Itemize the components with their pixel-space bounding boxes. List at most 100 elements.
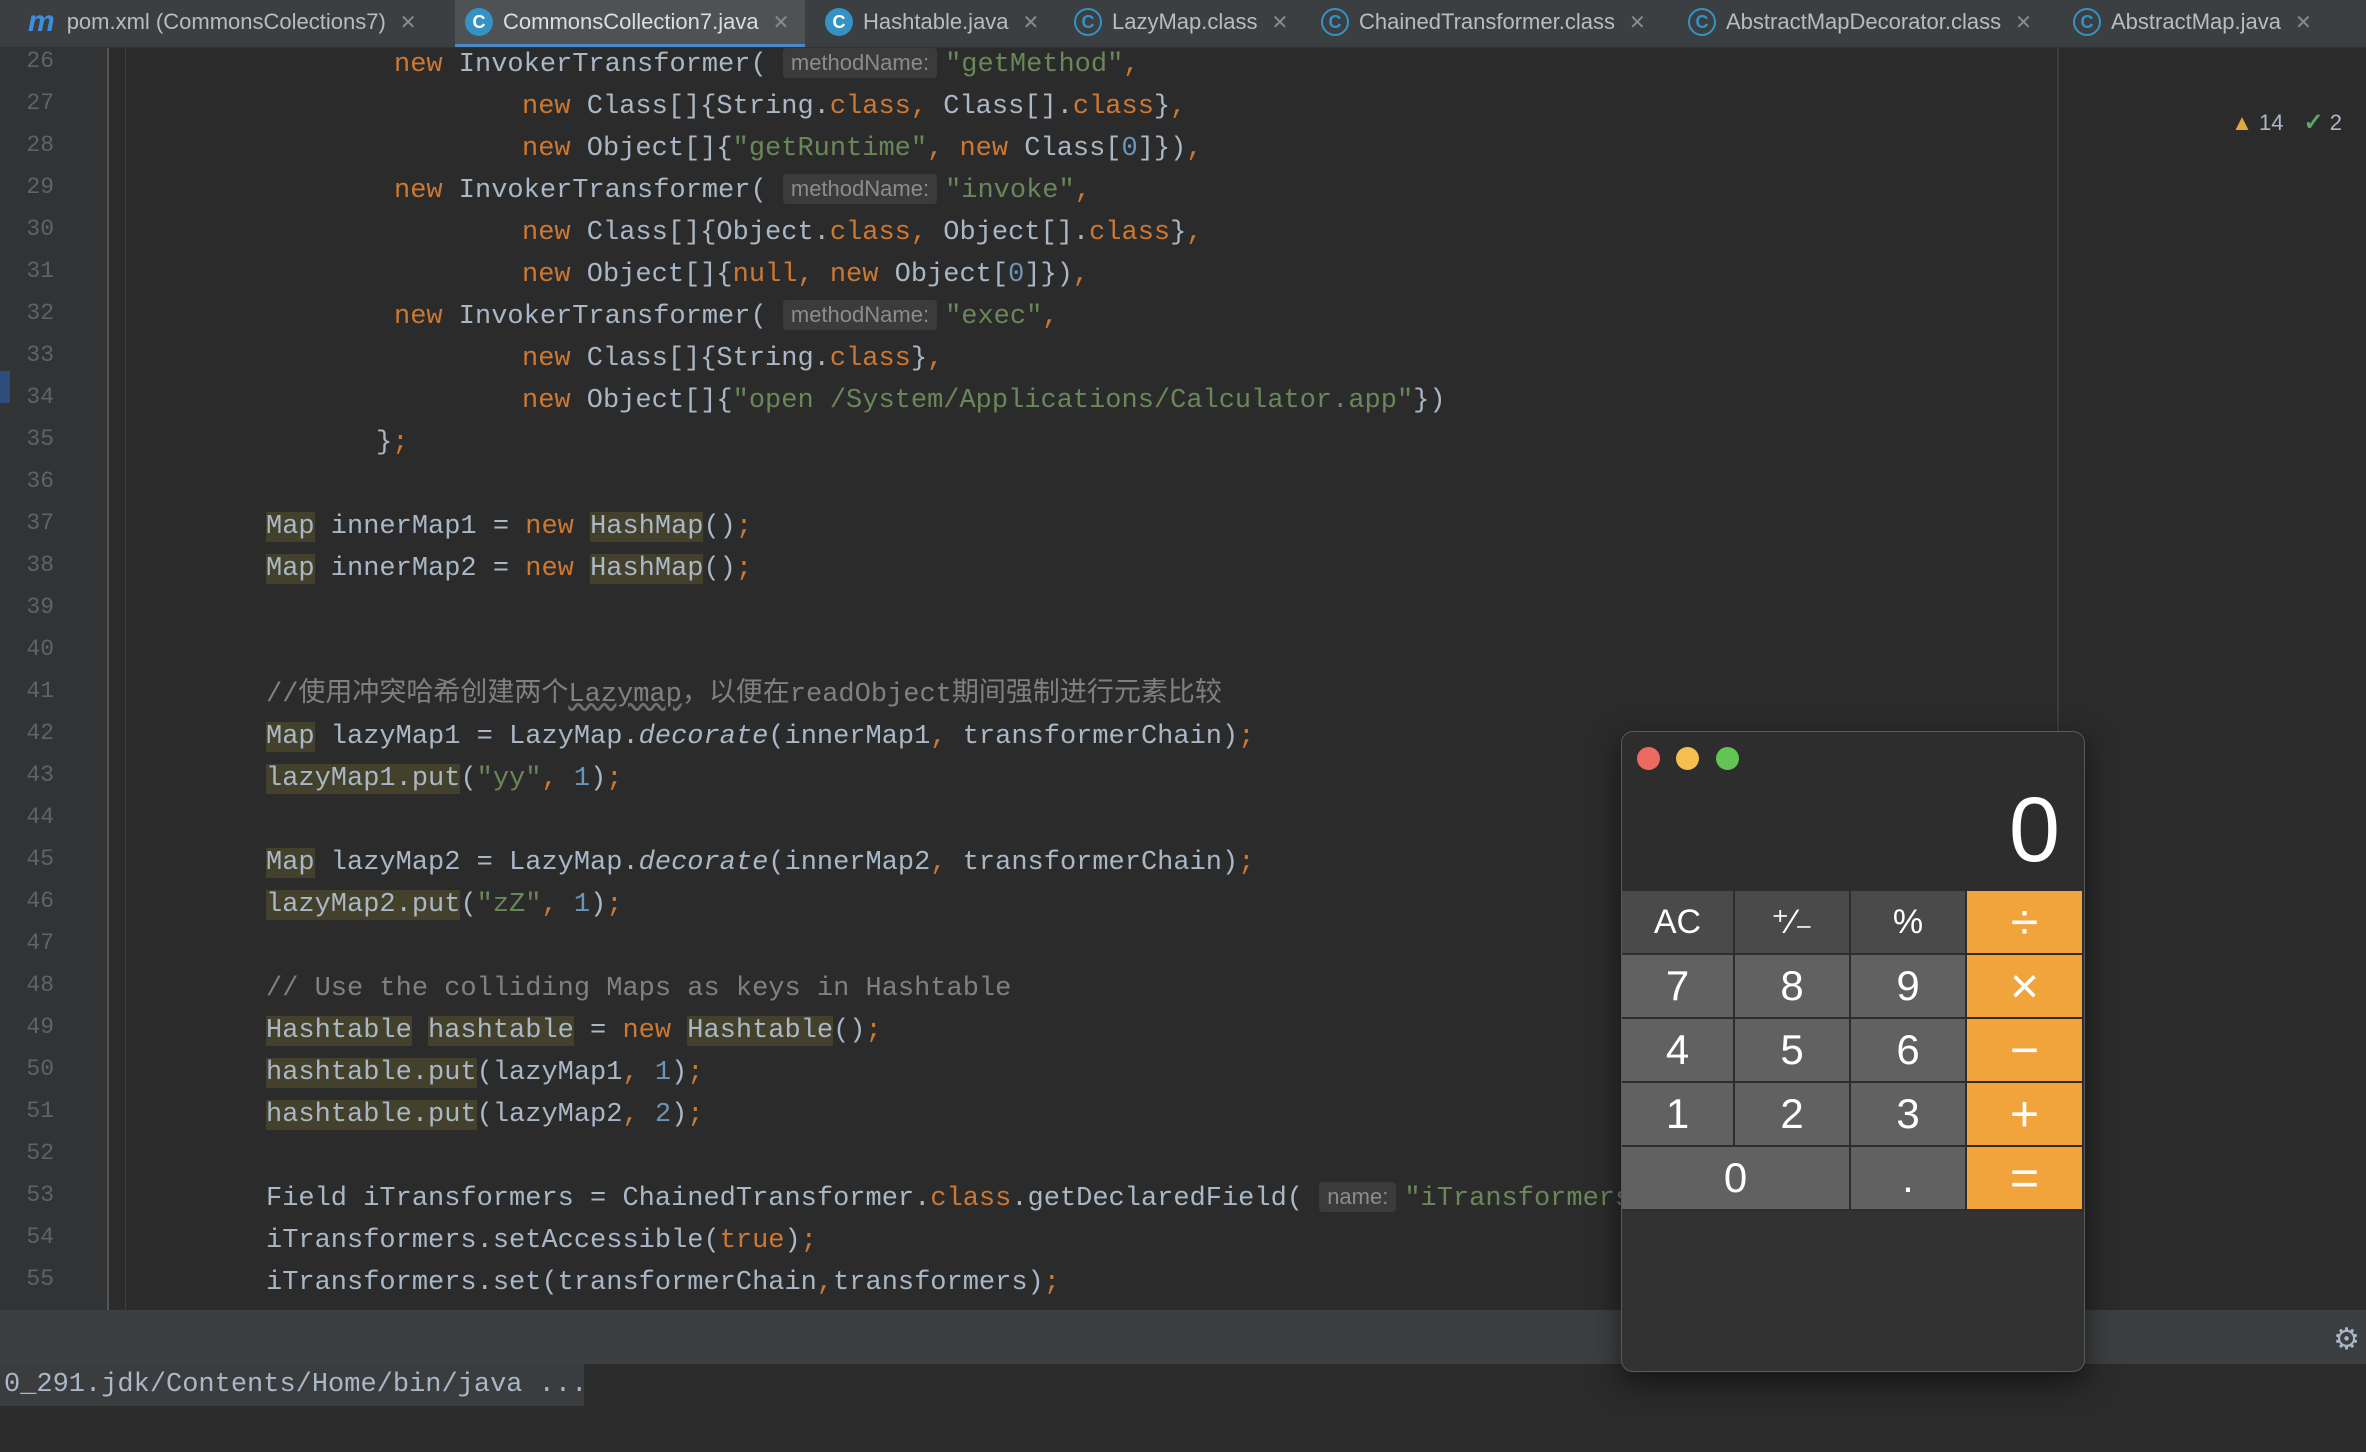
code-line[interactable]: iTransformers.setAccessible(true); [266,1220,817,1262]
calc-key-label: = [2009,1150,2040,1206]
tab-lazymap-class[interactable]: C LazyMap.class ✕ [1064,0,1302,44]
line-number: 53 [26,1182,54,1208]
zoom-window-button[interactable] [1716,747,1739,770]
code-line[interactable]: //使用冲突哈希创建两个Lazymap，以便在readObject期间强制进行元… [266,674,1222,716]
java-class-icon: C [465,8,493,36]
calc-key-plus-minus[interactable]: ⁺∕₋ [1735,891,1851,955]
line-number: 48 [26,972,54,998]
line-number: 29 [26,174,54,200]
calc-key-subtract[interactable]: − [1967,1019,2084,1083]
tab-commonscollection7-java[interactable]: C CommonsCollection7.java ✕ [455,0,805,47]
calc-key-digit-1[interactable]: 1 [1622,1083,1735,1147]
close-window-button[interactable] [1637,747,1660,770]
code-line[interactable]: new InvokerTransformer( methodName: "exec… [394,296,1058,338]
calc-key-digit-9[interactable]: 9 [1851,955,1967,1019]
indent-guide [125,48,126,1310]
close-icon[interactable]: ✕ [2015,10,2032,35]
line-number: 51 [26,1098,54,1124]
code-line[interactable]: lazyMap2.put("zZ", 1); [266,884,622,926]
tab-abstractmap-java[interactable]: C AbstractMap.java ✕ [2063,0,2366,44]
line-number: 46 [26,888,54,914]
check-icon: ✓ [2303,109,2324,136]
code-line[interactable]: new Object[]{"getRuntime", new Class[0]}… [522,128,1203,170]
code-line[interactable]: new Class[]{Object.class, Object[].class… [522,212,1203,254]
inspection-widget[interactable]: ▲ 14 ✓ 2 [2231,108,2342,137]
line-number: 36 [26,468,54,494]
maven-icon: m [28,5,55,38]
minimize-window-button[interactable] [1676,747,1699,770]
calc-key-clear[interactable]: AC [1622,891,1735,955]
code-line[interactable]: // Use the colliding Maps as keys in Has… [266,968,1011,1010]
code-line[interactable]: Map innerMap2 = new HashMap(); [266,548,752,590]
calc-key-digit-6[interactable]: 6 [1851,1019,1967,1083]
line-number: 41 [26,678,54,704]
line-number: 45 [26,846,54,872]
close-icon[interactable]: ✕ [1023,10,1040,35]
tab-pom-xml[interactable]: m pom.xml (CommonsColections7) ✕ [18,0,446,44]
line-number: 42 [26,720,54,746]
code-line[interactable]: new Class[]{String.class, Class[].class}… [522,86,1186,128]
tab-label: Hashtable.java [863,9,1009,34]
ok-indicator[interactable]: ✓ 2 [2304,108,2342,137]
calc-key-digit-4[interactable]: 4 [1622,1019,1735,1083]
line-number: 27 [26,90,54,116]
code-line[interactable]: iTransformers.set(transformerChain,trans… [266,1262,1060,1304]
calc-key-divide[interactable]: ÷ [1967,891,2084,955]
gear-icon[interactable]: ⚙ [2333,1322,2360,1357]
calc-key-decimal[interactable]: . [1851,1147,1967,1211]
calc-key-label: . [1902,1154,1914,1201]
calculator-display: 0 [2008,779,2060,881]
code-line[interactable]: Map lazyMap2 = LazyMap.decorate(innerMap… [266,842,1254,884]
calculator-window[interactable]: 0 AC ⁺∕₋% ÷ 7 8 9 × 4 5 6 − 1 2 3 +0. = [1621,731,2085,1372]
tab-abstractmapdecorator-class[interactable]: C AbstractMapDecorator.class ✕ [1678,0,2053,44]
code-line[interactable]: Hashtable hashtable = new Hashtable(); [266,1010,882,1052]
compiled-class-icon: C [2073,8,2101,36]
code-line[interactable]: lazyMap1.put("yy", 1); [266,758,622,800]
close-icon[interactable]: ✕ [2295,10,2312,35]
calc-key-label: % [1892,902,1924,941]
ok-count: 2 [2329,110,2342,135]
code-line[interactable]: new InvokerTransformer( methodName: "invo… [394,170,1091,212]
code-line[interactable]: }; [376,422,408,464]
close-icon[interactable]: ✕ [1272,10,1289,35]
code-line[interactable]: Field iTransformers = ChainedTransformer… [266,1178,1647,1220]
code-line[interactable]: new Object[]{"open /System/Applications/… [522,380,1446,422]
console-command-line: 0_291.jdk/Contents/Home/bin/java ... [0,1364,587,1406]
calc-key-percent[interactable]: % [1851,891,1967,955]
tab-hashtable-java[interactable]: C Hashtable.java ✕ [815,0,1055,44]
calc-key-add[interactable]: + [1967,1083,2084,1147]
line-number: 30 [26,216,54,242]
calculator-titlebar: 0 [1622,732,2084,891]
line-number: 31 [26,258,54,284]
code-line[interactable]: hashtable.put(lazyMap1, 1); [266,1052,703,1094]
line-number: 26 [26,48,54,74]
code-line[interactable]: Map lazyMap1 = LazyMap.decorate(innerMap… [266,716,1254,758]
calc-key-digit-7[interactable]: 7 [1622,955,1735,1019]
code-line[interactable]: Map innerMap1 = new HashMap(); [266,506,752,548]
close-icon[interactable]: ✕ [1629,10,1646,35]
line-number-gutter: 26 27 28 29 30 31 32 33 34 35 36 37 38 3… [0,48,108,1310]
line-number: 34 [26,384,54,410]
code-line[interactable]: new InvokerTransformer( methodName: "getM… [394,44,1140,86]
calc-key-multiply[interactable]: × [1967,955,2084,1019]
calc-key-digit-8[interactable]: 8 [1735,955,1851,1019]
code-line[interactable]: hashtable.put(lazyMap2, 2); [266,1094,703,1136]
run-console[interactable]: 0_291.jdk/Contents/Home/bin/java ... [0,1364,2366,1452]
warnings-indicator[interactable]: ▲ 14 [2231,110,2283,136]
close-icon[interactable]: ✕ [773,10,790,35]
calc-key-digit-5[interactable]: 5 [1735,1019,1851,1083]
calc-key-digit-0[interactable]: 0 [1622,1147,1851,1211]
tab-label: pom.xml (CommonsColections7) [66,9,386,34]
calc-key-equals[interactable]: = [1967,1147,2084,1211]
calc-key-digit-3[interactable]: 3 [1851,1083,1967,1147]
calc-key-label: × [2009,958,2040,1014]
tab-chainedtransformer-class[interactable]: C ChainedTransformer.class ✕ [1311,0,1686,44]
warnings-count: 14 [2259,109,2284,135]
calc-key-digit-2[interactable]: 2 [1735,1083,1851,1147]
close-icon[interactable]: ✕ [400,10,417,35]
line-number: 40 [26,636,54,662]
calc-key-label: AC [1653,902,1702,941]
code-line[interactable]: new Class[]{String.class}, [522,338,943,380]
code-line[interactable]: new Object[]{null, new Object[0]}), [522,254,1089,296]
compiled-class-icon: C [1074,8,1102,36]
